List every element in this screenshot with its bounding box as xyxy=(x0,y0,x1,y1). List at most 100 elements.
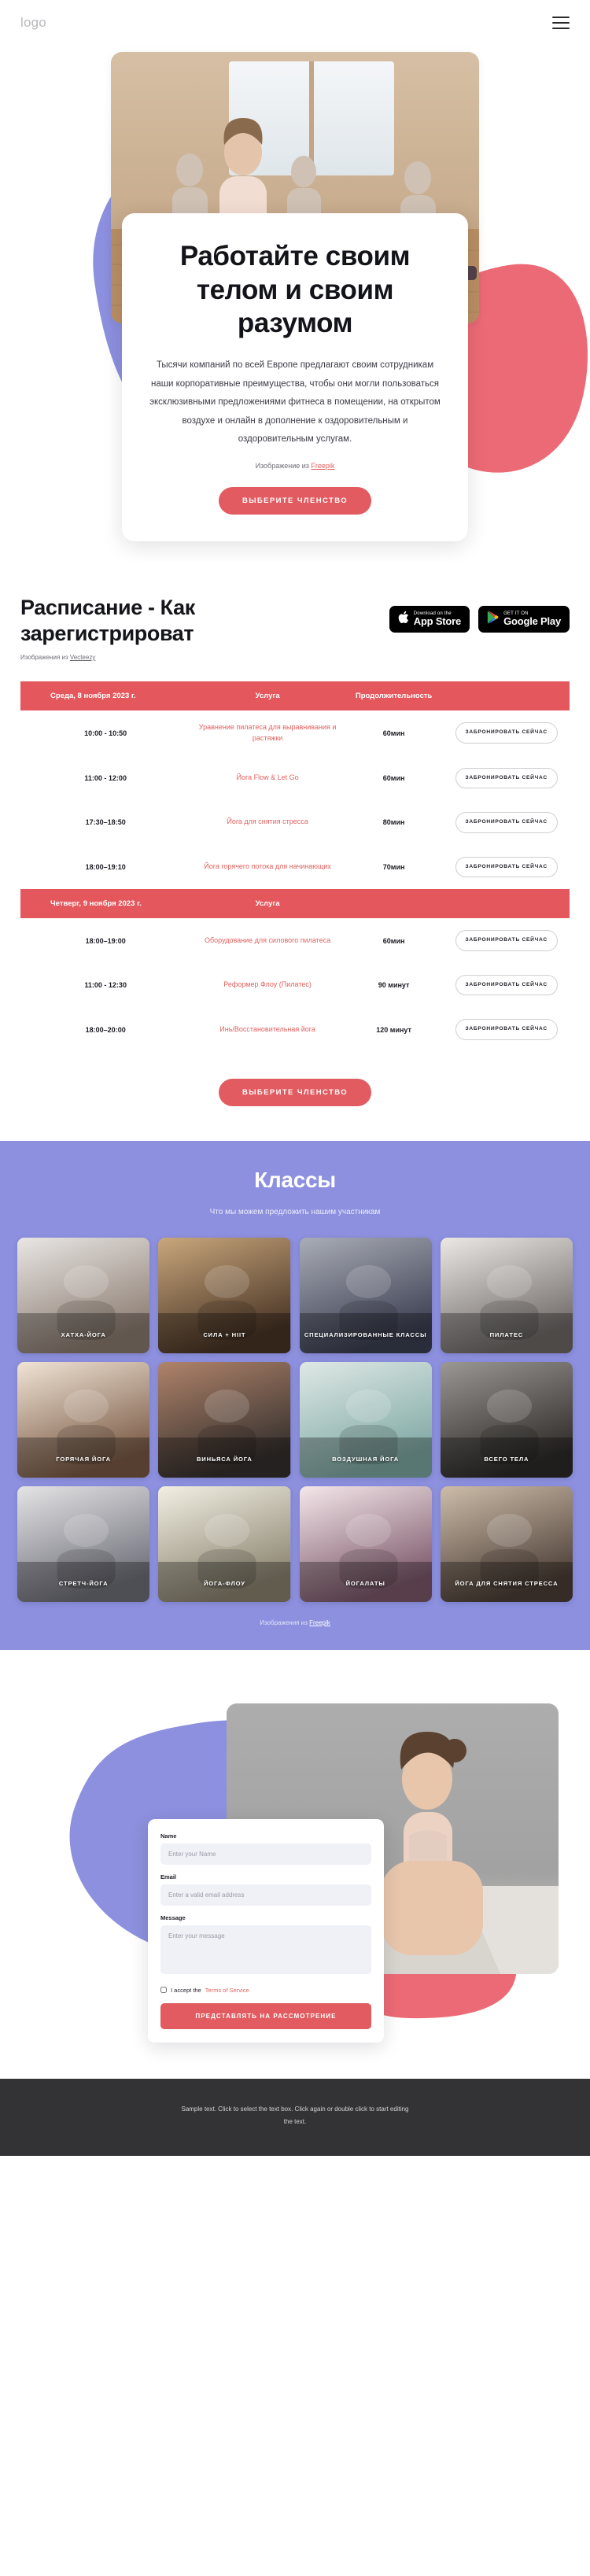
book-now-button[interactable]: ЗАБРОНИРОВАТЬ СЕЙЧАС xyxy=(455,856,558,878)
row-book-cell: ЗАБРОНИРОВАТЬ СЕЙЧАС xyxy=(443,756,570,801)
class-card[interactable]: ВОЗДУШНАЯ ЙОГА xyxy=(299,1361,432,1478)
schedule-cta-wrap: ВЫБЕРИТЕ ЧЛЕНСТВО xyxy=(20,1052,570,1141)
row-service: Йога Flow & Let Go xyxy=(236,773,299,781)
class-card-label: ВИНЬЯСА ЙОГА xyxy=(196,1455,253,1463)
class-card[interactable]: ВИНЬЯСА ЙОГА xyxy=(158,1361,291,1478)
book-now-button[interactable]: ЗАБРОНИРОВАТЬ СЕЙЧАС xyxy=(455,1019,558,1040)
class-card-label: ХАТХА-ЙОГА xyxy=(61,1330,106,1338)
message-field[interactable] xyxy=(160,1925,371,1974)
row-book-cell: ЗАБРОНИРОВАТЬ СЕЙЧАС xyxy=(443,1007,570,1052)
schedule-credit-link[interactable]: Vecteezy xyxy=(70,654,95,661)
class-card-label: ВОЗДУШНАЯ ЙОГА xyxy=(332,1455,400,1463)
row-book-cell: ЗАБРОНИРОВАТЬ СЕЙЧАС xyxy=(443,918,570,963)
classes-title: Классы xyxy=(254,1167,336,1192)
classes-subtitle: Что мы можем предложить нашим участникам xyxy=(209,1207,381,1216)
hero-title: Работайте своим телом и своим разумом xyxy=(179,241,411,339)
class-card-label: СИЛА + HIIT xyxy=(203,1330,246,1338)
hero-credit-link[interactable]: Freepik xyxy=(311,462,334,470)
class-card-label: ПИЛАТЕС xyxy=(489,1330,524,1338)
email-field[interactable] xyxy=(160,1884,371,1906)
class-card[interactable]: СТРЕТЧ-ЙОГА xyxy=(17,1485,150,1602)
column-header-spacer xyxy=(344,889,444,919)
app-store-button[interactable]: Download on the App Store xyxy=(389,605,470,633)
hamburger-bar xyxy=(552,17,570,19)
column-header-service: Услуга xyxy=(190,889,345,919)
book-now-button[interactable]: ЗАБРОНИРОВАТЬ СЕЙЧАС xyxy=(455,930,558,951)
class-card[interactable]: ХАТХА-ЙОГА xyxy=(17,1237,150,1353)
row-time: 17:30–18:50 xyxy=(85,818,126,827)
row-time: 11:00 - 12:00 xyxy=(84,773,127,782)
schedule-section: Расписание - Как зарегистрироват Downloa… xyxy=(0,561,590,1141)
class-card[interactable]: СИЛА + HIIT xyxy=(158,1237,291,1353)
book-now-button[interactable]: ЗАБРОНИРОВАТЬ СЕЙЧАС xyxy=(455,812,558,833)
name-field[interactable] xyxy=(160,1843,371,1865)
column-header-spacer xyxy=(443,889,570,919)
site-header: logo xyxy=(0,0,590,46)
classes-credit-prefix: Изображения из xyxy=(260,1618,310,1626)
schedule-title: Расписание - Как зарегистрироват xyxy=(20,595,195,645)
terms-of-service-link[interactable]: Terms of Service xyxy=(205,1987,249,1994)
class-card-label: ЙОГАЛАТЫ xyxy=(345,1579,385,1587)
submit-button[interactable]: ПРЕДСТАВЛЯТЬ НА РАССМОТРЕНИЕ xyxy=(160,2002,371,2029)
schedule-credit-prefix: Изображения из xyxy=(20,653,70,661)
hero-membership-button[interactable]: ВЫБЕРИТЕ ЧЛЕНСТВО xyxy=(218,486,372,515)
apple-icon xyxy=(398,611,409,628)
table-row: 11:00 - 12:00 Йога Flow & Let Go 60мин З… xyxy=(20,756,570,801)
row-time: 18:00–19:00 xyxy=(85,936,126,945)
classes-credit-link[interactable]: Freepik xyxy=(309,1619,330,1626)
class-card[interactable]: ВСЕГО ТЕЛА xyxy=(440,1361,573,1478)
row-time: 10:00 - 10:50 xyxy=(84,729,127,737)
class-card-label: ЙОГА ДЛЯ СНЯТИЯ СТРЕССА xyxy=(455,1579,559,1587)
class-card-label: ГОРЯЧАЯ ЙОГА xyxy=(56,1455,111,1463)
row-duration: 60мин xyxy=(382,773,405,782)
row-time: 18:00–20:00 xyxy=(85,1025,126,1034)
hero-card: Работайте своим телом и своим разумом Ты… xyxy=(122,213,468,541)
table-row: 18:00–20:00 Инь/Восстановительная йога 1… xyxy=(20,1007,570,1052)
hamburger-icon[interactable] xyxy=(552,17,570,29)
column-header-spacer xyxy=(443,681,570,710)
class-card-label: СПЕЦИАЛИЗИРОВАННЫЕ КЛАССЫ xyxy=(304,1330,427,1338)
class-card[interactable]: ЙОГАЛАТЫ xyxy=(299,1485,432,1602)
site-footer: Sample text. Click to select the text bo… xyxy=(0,2078,590,2157)
book-now-button[interactable]: ЗАБРОНИРОВАТЬ СЕЙЧАС xyxy=(455,722,558,744)
classes-image-credit: Изображения из Freepik xyxy=(17,1619,573,1626)
column-header-duration: Продолжительность xyxy=(344,681,444,710)
table-row: 17:30–18:50 Йога для снятия стресса 80ми… xyxy=(20,800,570,845)
contact-form: Name Email Message I accept the Terms of… xyxy=(148,1818,384,2043)
hamburger-bar xyxy=(552,27,570,29)
site-logo[interactable]: logo xyxy=(20,15,46,31)
class-card-label: СТРЕТЧ-ЙОГА xyxy=(58,1579,109,1587)
class-card[interactable]: ЙОГА-ФЛОУ xyxy=(158,1485,291,1602)
book-now-button[interactable]: ЗАБРОНИРОВАТЬ СЕЙЧАС xyxy=(455,767,558,789)
class-card[interactable]: ЙОГА ДЛЯ СНЯТИЯ СТРЕССА xyxy=(440,1485,573,1602)
day-label: Среда, 8 ноября 2023 г. xyxy=(20,681,191,710)
row-duration: 70мин xyxy=(382,862,405,871)
row-book-cell: ЗАБРОНИРОВАТЬ СЕЙЧАС xyxy=(443,963,570,1008)
terms-checkbox[interactable] xyxy=(160,1987,167,1994)
schedule-membership-button[interactable]: ВЫБЕРИТЕ ЧЛЕНСТВО xyxy=(218,1078,372,1106)
hamburger-bar xyxy=(552,21,570,24)
book-now-button[interactable]: ЗАБРОНИРОВАТЬ СЕЙЧАС xyxy=(455,974,558,996)
row-duration: 80мин xyxy=(382,818,405,827)
class-card[interactable]: СПЕЦИАЛИЗИРОВАННЫЕ КЛАССЫ xyxy=(299,1237,432,1353)
class-card[interactable]: ПИЛАТЕС xyxy=(440,1237,573,1353)
row-duration: 120 минут xyxy=(376,1025,411,1034)
message-label: Message xyxy=(160,1914,186,1921)
schedule-header-row: Расписание - Как зарегистрироват Downloa… xyxy=(20,595,570,647)
schedule-table: Среда, 8 ноября 2023 г. Услуга Продолжит… xyxy=(20,681,570,1052)
classes-section: Классы Что мы можем предложить нашим уча… xyxy=(0,1140,590,1650)
terms-prefix: I accept the xyxy=(171,1986,201,1994)
classes-grid: ХАТХА-ЙОГА СИЛА + HIIT СПЕЦИАЛИЗИРОВАННЫЕ … xyxy=(17,1237,573,1602)
table-row: 18:00–19:10 Йога горячего потока для нач… xyxy=(20,845,570,890)
google-play-button[interactable]: GET IT ON Google Play xyxy=(478,605,570,633)
table-row: 11:00 - 12:30 Реформер Флоу (Пилатес) 90… xyxy=(20,963,570,1008)
table-row: 10:00 - 10:50 Уравнение пилатеса для выр… xyxy=(20,710,570,756)
schedule-day-header: Четверг, 9 ноября 2023 г. Услуга xyxy=(20,889,570,919)
row-service: Йога для снятия стресса xyxy=(227,817,308,826)
hero-description: Тысячи компаний по всей Европе предлагаю… xyxy=(149,360,441,445)
row-duration: 90 минут xyxy=(378,981,410,990)
row-service: Уравнение пилатеса для выравнивания и ра… xyxy=(198,722,337,742)
schedule-day-header: Среда, 8 ноября 2023 г. Услуга Продолжит… xyxy=(20,681,570,710)
hero-credit-prefix: Изображение из xyxy=(255,461,312,470)
class-card[interactable]: ГОРЯЧАЯ ЙОГА xyxy=(17,1361,150,1478)
